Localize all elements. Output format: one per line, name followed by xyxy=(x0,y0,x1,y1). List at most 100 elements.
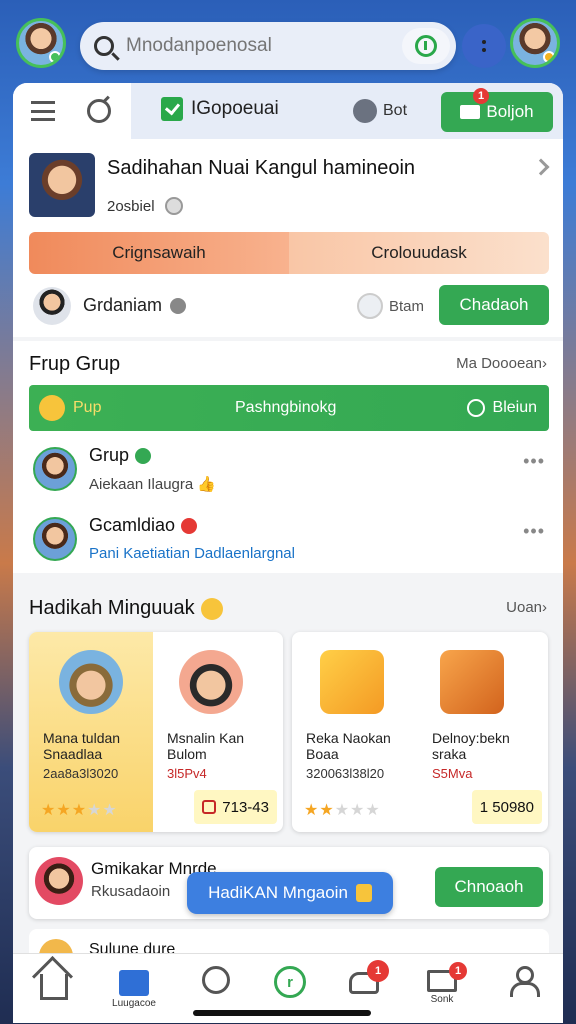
cup-icon xyxy=(355,884,372,902)
main-panel: IGopoeuai Bot Boljoh 1 Sadihahan Nuai Ka… xyxy=(13,83,563,1023)
product-name: Delnoy:bekn sraka xyxy=(432,730,510,762)
product-price: S5Mva xyxy=(432,766,473,781)
profile-photo[interactable] xyxy=(29,153,95,217)
nav-inbox[interactable]: 1 xyxy=(339,960,389,1016)
search-bar[interactable] xyxy=(80,22,456,70)
top-bar xyxy=(0,0,576,86)
price-chip[interactable]: 713-43 xyxy=(194,790,277,824)
nav-mail[interactable]: Sonk 1 xyxy=(417,962,467,1016)
segmented-control: Crignsawaih Crolouudask xyxy=(29,232,549,274)
info-icon xyxy=(164,197,183,215)
rating-stars: ★★★★★ xyxy=(304,800,381,820)
profile-title: Sadihahan Nuai Kangul hamineoin xyxy=(107,157,416,179)
contact-avatar[interactable] xyxy=(510,18,560,68)
more-menu-button[interactable] xyxy=(462,24,506,68)
star-icon: ★ xyxy=(102,802,118,819)
star-icon: ★ xyxy=(334,802,351,819)
bot-tab[interactable]: Bot xyxy=(353,99,407,123)
price-chip[interactable]: 1 50980 xyxy=(471,790,542,824)
bot-label: Bot xyxy=(383,102,408,119)
bar-right-action[interactable]: Bleiun xyxy=(466,399,537,417)
bar-center-label: Pashngbinokg xyxy=(235,399,337,416)
star-icon: ★ xyxy=(319,802,335,819)
alert-icon xyxy=(181,517,198,534)
online-status-dot xyxy=(49,51,61,63)
member-status-text: Btam xyxy=(389,297,425,315)
profile-subtitle-text: 2osbiel xyxy=(107,197,155,215)
toast-popup[interactable]: HadiKAN Mngaoin xyxy=(187,872,393,914)
group-name: Grup xyxy=(89,445,152,466)
group-avatar xyxy=(33,517,77,561)
user-avatar[interactable] xyxy=(16,18,66,68)
center-action-icon: r xyxy=(274,966,306,998)
tab-title[interactable]: IGopoeuai xyxy=(161,97,279,121)
star-icon: ★ xyxy=(71,802,88,819)
star-icon: ★ xyxy=(350,802,366,819)
profile-icon xyxy=(508,966,540,997)
group-subtitle-text: Aiekaan Ilaugra xyxy=(89,476,194,493)
dot-icon xyxy=(482,48,486,52)
inbox-button[interactable]: Boljoh 1 xyxy=(441,88,553,132)
more-options-icon[interactable]: ••• xyxy=(523,521,545,542)
bar-left-label: Pup xyxy=(73,399,102,416)
chat-button[interactable]: Chadaoh xyxy=(439,285,549,325)
nav-search[interactable] xyxy=(191,966,241,1016)
star-icon: ★ xyxy=(56,802,72,819)
group-avatar xyxy=(33,447,77,491)
check-icon xyxy=(135,447,152,464)
nav-home[interactable] xyxy=(29,966,79,1016)
more-options-icon[interactable]: ••• xyxy=(523,451,545,472)
list-item[interactable]: Gcamldiao Pani Kaetiatian Dadlaenlargnal… xyxy=(29,515,549,575)
chevron-right-icon[interactable] xyxy=(532,158,550,176)
member-name-text: Grdaniam xyxy=(83,295,163,315)
tab-row: IGopoeuai Bot Boljoh 1 xyxy=(13,83,563,139)
power-icon xyxy=(415,35,437,57)
section-title-text: Hadikah Minguuak xyxy=(29,597,195,619)
section-title: Frup Grup xyxy=(29,353,121,375)
member-avatar[interactable] xyxy=(33,287,71,325)
tab-title-label: IGopoeuai xyxy=(191,98,279,119)
rating-stars: ★★★★★ xyxy=(41,800,118,820)
star-icon: ★ xyxy=(365,802,381,819)
search-icon xyxy=(94,36,114,56)
profile-member-row: Grdaniam Btam Chadaoh xyxy=(29,285,549,327)
promo-button[interactable]: Chnoaoh xyxy=(435,867,543,907)
nav-center[interactable]: r xyxy=(265,966,315,1016)
inbox-button-label: Boljoh xyxy=(486,102,534,121)
segment-option[interactable]: Crignsawaih xyxy=(29,232,289,274)
group-name-text: Gcamldiao xyxy=(89,515,176,535)
group-name: Gcamldiao xyxy=(89,515,198,536)
profile-card: Sadihahan Nuai Kangul hamineoin 2osbiel … xyxy=(13,139,563,337)
product-price: 2aa8a3l3020 xyxy=(43,766,119,781)
product-card[interactable]: Reka Naokan Boaa 320063l38l20 Delnoy:bek… xyxy=(292,632,548,832)
product-card[interactable]: Mana tuldan Snaadlaa 2aa8a3l3020 Msnalin… xyxy=(29,632,283,832)
product-name: Mana tuldan Snaadlaa xyxy=(43,730,121,762)
see-more-link[interactable]: Ma Doooean› xyxy=(456,355,547,372)
dot-icon xyxy=(482,40,486,44)
hamburger-menu-icon[interactable] xyxy=(31,101,55,121)
segment-option[interactable]: Crolouudask xyxy=(289,232,549,274)
group-action-bar[interactable]: Pup Pashngbinokg Bleiun xyxy=(29,385,549,431)
shop-icon xyxy=(119,970,149,996)
list-item[interactable]: Grup Aiekaan Ilaugra 👍 ••• xyxy=(29,445,549,505)
product-price: 3l5Pv4 xyxy=(167,766,207,781)
product-image xyxy=(59,650,123,714)
nav-profile[interactable] xyxy=(497,966,547,1016)
see-more-text: Uoan xyxy=(506,599,542,616)
nav-shop[interactable]: Luugacoe xyxy=(109,966,159,1016)
star-icon: ★ xyxy=(87,802,103,819)
search-input[interactable] xyxy=(126,35,386,57)
nav-shop-label: Luugacoe xyxy=(112,998,156,1009)
home-indicator xyxy=(193,1010,371,1016)
member-name: Grdaniam xyxy=(83,295,187,316)
price-chip-text: 1 50980 xyxy=(479,798,534,816)
profile-subtitle: 2osbiel xyxy=(107,197,183,215)
see-more-link[interactable]: Uoan› xyxy=(506,599,547,616)
voice-search-button[interactable] xyxy=(402,28,450,64)
product-name: Reka Naokan Boaa xyxy=(306,730,391,762)
cake-icon xyxy=(440,650,504,714)
bar-right-label: Bleiun xyxy=(492,399,537,416)
search-icon xyxy=(202,966,230,994)
flag-icon xyxy=(161,97,183,121)
refresh-icon[interactable] xyxy=(87,99,111,123)
